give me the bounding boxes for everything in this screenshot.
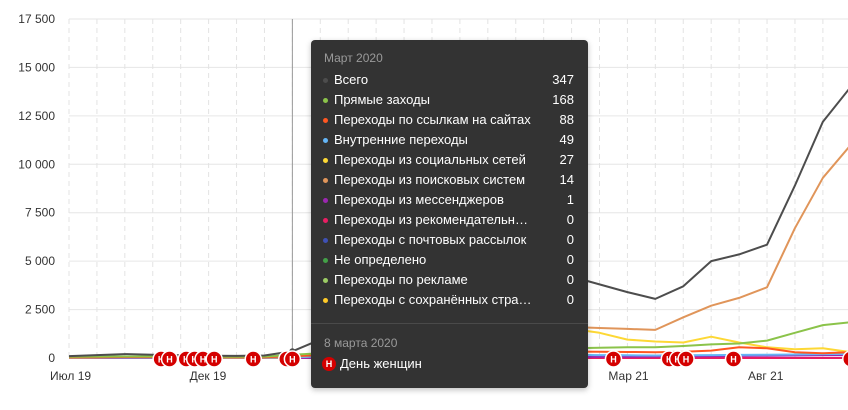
tooltip-row: Переходы с сохранённых стра… 0 (311, 290, 588, 310)
series-color-dot (323, 158, 328, 163)
tooltip-row: Переходы из рекомендательн… 0 (311, 210, 588, 230)
tooltip-row-value: 14 (559, 172, 574, 187)
tooltip-row: Переходы из поисковых систем 14 (311, 170, 588, 190)
series-color-dot (323, 278, 328, 283)
holiday-marker[interactable]: Н (160, 350, 179, 368)
tooltip-row-label: Прямые заходы (334, 92, 431, 107)
holiday-marker[interactable]: Н (283, 350, 302, 368)
tooltip-row-value: 27 (559, 152, 574, 167)
tooltip-event-label: День женщин (340, 356, 422, 371)
series-color-dot (323, 78, 328, 83)
series-color-dot (323, 238, 328, 243)
series-color-dot (323, 218, 328, 223)
y-tick-label: 0 (48, 351, 55, 365)
x-tick-label: Мар 21 (608, 369, 648, 383)
tooltip-row-value: 49 (559, 132, 574, 147)
holiday-marker[interactable]: Н (724, 350, 743, 368)
holiday-marker[interactable]: Н (244, 350, 263, 368)
tooltip-row: Переходы из социальных сетей 27 (311, 150, 588, 170)
tooltip-row: Не определено 0 (311, 250, 588, 270)
series-color-dot (323, 98, 328, 103)
holiday-icon: Н (322, 357, 336, 371)
holiday-marker-label: Н (683, 355, 690, 365)
tooltip-row: Переходы по рекламе 0 (311, 270, 588, 290)
holiday-marker[interactable]: Н (677, 350, 695, 368)
series-color-dot (323, 178, 328, 183)
series-color-dot (323, 298, 328, 303)
x-tick-label: Дек 19 (190, 369, 227, 383)
series-color-dot (323, 258, 328, 263)
y-tick-label: 5 000 (25, 254, 55, 268)
tooltip-row: Переходы по ссылкам на сайтах 88 (311, 110, 588, 130)
tooltip-row: Переходы из мессенджеров 1 (311, 190, 588, 210)
tooltip-row-label: Переходы из мессенджеров (334, 192, 504, 207)
holiday-marker-label: Н (250, 355, 257, 365)
hover-crosshair (289, 19, 296, 358)
tooltip-row-label: Переходы с сохранённых стра… (334, 292, 532, 307)
tooltip-title: Март 2020 (324, 51, 383, 65)
tooltip-row-label: Переходы из поисковых систем (334, 172, 526, 187)
x-tick-label: Авг 21 (748, 369, 784, 383)
y-tick-label: 15 000 (18, 60, 55, 74)
series-color-dot (323, 198, 328, 203)
tooltip-row-label: Не определено (334, 252, 427, 267)
y-tick-label: 2 500 (25, 303, 55, 317)
tooltip-row-value: 168 (552, 92, 574, 107)
y-tick-label: 12 500 (18, 109, 55, 123)
y-tick-label: 7 500 (25, 206, 55, 220)
chart-tooltip: Март 2020 Всего 347 Прямые заходы 168 Перехо… (311, 40, 588, 388)
tooltip-row-label: Переходы из социальных сетей (334, 152, 526, 167)
tooltip-event-date: 8 марта 2020 (324, 336, 398, 350)
tooltip-row-value: 0 (566, 272, 574, 287)
tooltip-row-value: 88 (559, 112, 574, 127)
holiday-marker[interactable]: Н (604, 350, 623, 368)
tooltip-row: Прямые заходы 168 (311, 90, 588, 110)
holiday-marker-label: Н (610, 355, 617, 365)
holiday-marker-label: Н (211, 355, 218, 365)
holiday-marker-label: Н (200, 355, 207, 365)
y-tick-label: 10 000 (18, 157, 55, 171)
x-tick-label: Июл 19 (50, 369, 91, 383)
y-axis: 0 2 500 5 000 7 500 10 000 12 500 15 000 17 500 (18, 12, 55, 365)
tooltip-row-label: Переходы из рекомендательн… (334, 212, 528, 227)
tooltip-row-label: Всего (334, 72, 369, 87)
tooltip-row-label: Переходы с почтовых рассылок (334, 232, 527, 247)
tooltip-row-value: 0 (566, 232, 574, 247)
tooltip-rows: Всего 347 Прямые заходы 168 Переходы по ссыл… (311, 70, 588, 310)
series-color-dot (323, 118, 328, 123)
tooltip-row: Всего 347 (311, 70, 588, 90)
tooltip-divider (311, 323, 588, 324)
tooltip-row: Внутренние переходы 49 (311, 130, 588, 150)
y-tick-label: 17 500 (18, 12, 55, 26)
tooltip-row-value: 0 (566, 292, 574, 307)
holiday-marker-label: Н (166, 355, 173, 365)
tooltip-row-label: Внутренние переходы (334, 132, 468, 147)
tooltip-row-label: Переходы по рекламе (334, 272, 468, 287)
holiday-marker[interactable]: Н (205, 350, 223, 368)
tooltip-row-value: 0 (566, 212, 574, 227)
holiday-marker-label: Н (289, 355, 296, 365)
holiday-marker-label: Н (730, 355, 737, 365)
tooltip-row: Переходы с почтовых рассылок 0 (311, 230, 588, 250)
series-color-dot (323, 138, 328, 143)
tooltip-row-value: 347 (552, 72, 574, 87)
tooltip-row-value: 0 (566, 252, 574, 267)
tooltip-row-label: Переходы по ссылкам на сайтах (334, 112, 531, 127)
tooltip-row-value: 1 (566, 192, 574, 207)
